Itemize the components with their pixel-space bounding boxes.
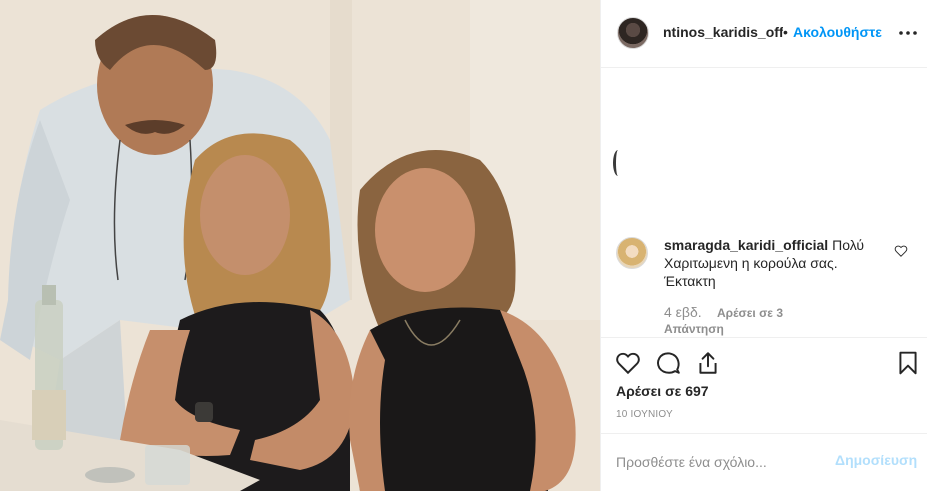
post-header: ntinos_karidis_official • Ακολουθήστε (601, 0, 927, 68)
separator-dot: • (783, 24, 788, 40)
small-heart-icon[interactable] (894, 244, 908, 258)
action-bar (601, 337, 927, 387)
comment-likes[interactable]: Αρέσει σε 3 (717, 306, 783, 320)
add-comment-bar: Δημοσίευση (601, 433, 927, 491)
post-side-panel: ntinos_karidis_official • Ακολουθήστε sm… (600, 0, 927, 491)
photo-image (0, 0, 600, 491)
loading-spinner-icon (613, 150, 623, 176)
reply-button[interactable]: Απάντηση (664, 321, 864, 337)
heart-icon[interactable] (615, 350, 641, 376)
comment-icon[interactable] (655, 350, 681, 376)
share-icon[interactable] (695, 350, 721, 376)
bookmark-icon[interactable] (895, 350, 921, 376)
comment-meta: 4 εβδ. Αρέσει σε 3 Απάντηση (664, 304, 864, 337)
commenter-avatar[interactable] (616, 237, 648, 269)
likes-count[interactable]: Αρέσει σε 697 (616, 383, 709, 399)
follow-button[interactable]: Ακολουθήστε (793, 24, 882, 40)
post-comment-button[interactable]: Δημοσίευση (835, 452, 917, 468)
owner-avatar[interactable] (617, 17, 649, 49)
comment-time[interactable]: 4 εβδ. (664, 304, 702, 320)
post-photo[interactable] (0, 0, 600, 491)
comment-input[interactable] (616, 452, 816, 472)
comment-body: smaragda_karidi_official Πολύ Χαριτωμενη… (664, 236, 884, 290)
comment-username[interactable]: smaragda_karidi_official (664, 237, 828, 253)
post-date[interactable]: 10 ΙΟΥΝΙΟΥ (616, 409, 673, 420)
more-options-icon[interactable] (897, 22, 919, 44)
owner-username[interactable]: ntinos_karidis_official (663, 24, 783, 42)
